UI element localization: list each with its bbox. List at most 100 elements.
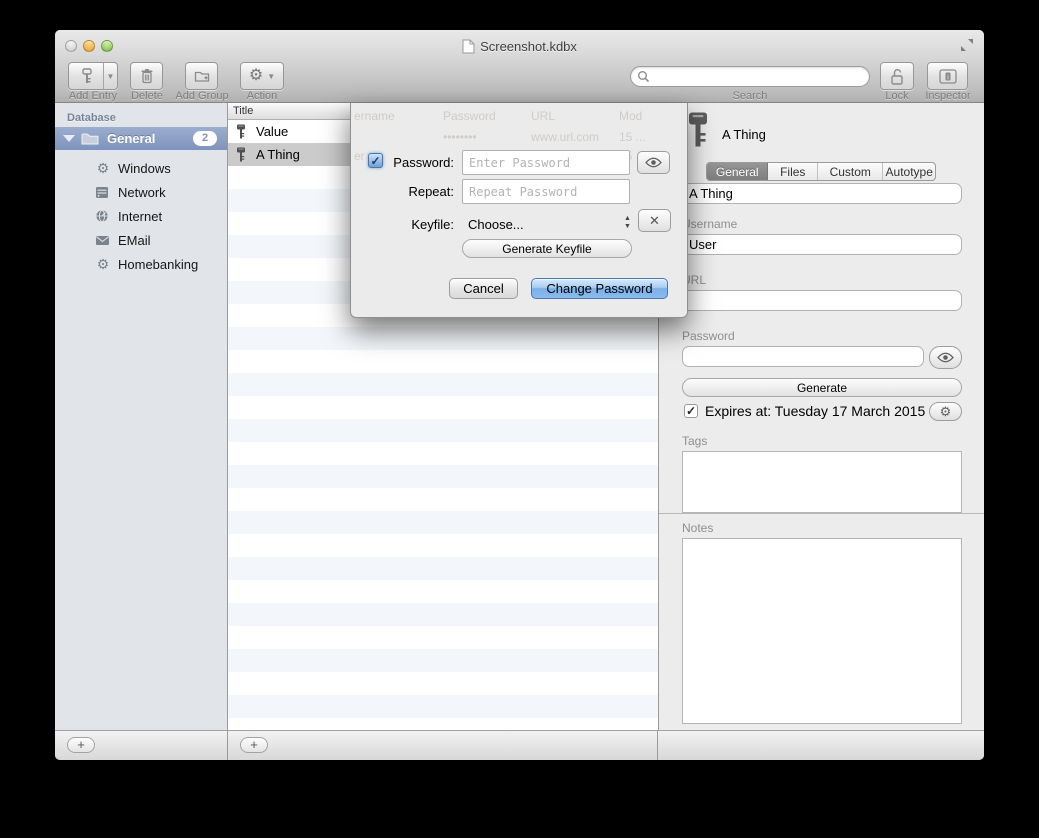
toolbar: Screenshot.kdbx ▼ Add Entry Delete Add G…: [55, 30, 984, 103]
document-icon: [462, 39, 475, 54]
keyfile-popup[interactable]: Choose...: [468, 217, 524, 232]
add-entry-dropdown-arrow[interactable]: ▼: [103, 63, 117, 89]
fullscreen-icon[interactable]: [960, 38, 974, 52]
sidebar-group-label: General: [107, 131, 155, 146]
expires-checkbox[interactable]: ✓: [684, 404, 698, 418]
ghost-header-mod: Mod: [619, 109, 642, 123]
unlock-icon: [889, 68, 905, 85]
gear-icon: ⚙: [940, 405, 952, 418]
password-field[interactable]: [682, 346, 924, 367]
repeat-input[interactable]: [462, 179, 630, 204]
title-field[interactable]: A Thing: [682, 183, 962, 204]
change-password-button[interactable]: Change Password: [531, 278, 668, 299]
keyfile-label: Keyfile:: [384, 217, 454, 232]
stepper-arrows-icon[interactable]: ▲▼: [624, 215, 631, 231]
sidebar-item-network[interactable]: Network: [55, 180, 227, 204]
expires-row: ✓ Expires at: Tuesday 17 March 2015: [684, 403, 925, 419]
expires-settings-button[interactable]: ⚙: [929, 402, 962, 421]
cell-title: A Thing: [256, 147, 364, 162]
lock-button[interactable]: [880, 62, 914, 90]
notes-label: Notes: [682, 521, 713, 535]
gear-icon: ⚙: [249, 68, 263, 84]
notes-field[interactable]: [682, 538, 962, 724]
close-icon: ✕: [649, 213, 660, 229]
search-icon: [637, 70, 650, 83]
ghost-header-username: ername: [354, 109, 395, 123]
add-group-label: Add Group: [170, 90, 234, 102]
trash-icon: [140, 68, 154, 84]
generate-keyfile-button[interactable]: Generate Keyfile: [462, 239, 632, 258]
use-password-checkbox[interactable]: ✓: [368, 153, 383, 168]
ghost-row2-username: er: [354, 149, 365, 163]
globe-icon: [95, 209, 111, 223]
sidebar-group-general[interactable]: General 2: [55, 127, 227, 150]
sidebar-section-database: Database: [67, 112, 116, 124]
repeat-label: Repeat:: [384, 184, 454, 199]
generate-password-button[interactable]: Generate: [682, 378, 962, 397]
inspector-toolbar-label: Inspector: [918, 90, 978, 102]
disclosure-triangle-icon[interactable]: [63, 135, 75, 142]
entry-key-icon: [687, 111, 709, 148]
cell-title: Value: [256, 124, 364, 139]
sidebar-item-homebanking[interactable]: ⚙ Homebanking: [55, 252, 227, 276]
change-password-sheet: ername Password URL Mod •••••••• www.url…: [350, 103, 688, 318]
inspector-button[interactable]: i: [927, 62, 968, 90]
inspector-bottom-bar: [658, 730, 984, 760]
tab-custom[interactable]: Custom: [818, 163, 883, 180]
eye-icon: [937, 352, 954, 363]
group-count-badge: 2: [193, 131, 217, 146]
window-title: Screenshot.kdbx: [55, 39, 984, 54]
show-password-button[interactable]: [637, 151, 670, 174]
ghost-row-mod: 15 ...: [619, 130, 646, 144]
sidebar-item-windows[interactable]: ⚙ Windows: [55, 156, 227, 180]
clear-keyfile-button[interactable]: ✕: [638, 209, 671, 232]
add-entry-plus-button[interactable]: +: [240, 737, 268, 753]
inspector-entry-title: A Thing: [722, 127, 766, 142]
add-entry-label: Add Entry: [61, 90, 125, 102]
server-icon: [95, 186, 111, 199]
sidebar-item-internet[interactable]: Internet: [55, 204, 227, 228]
folder-icon: [81, 132, 99, 145]
action-dropdown-arrow: ▼: [267, 72, 275, 81]
search-input[interactable]: [630, 66, 870, 87]
folder-plus-icon: [194, 69, 210, 83]
tags-label: Tags: [682, 434, 707, 448]
search-label: Search: [630, 90, 870, 102]
url-field[interactable]: [682, 290, 962, 311]
gear-icon: ⚙: [95, 161, 111, 175]
show-password-button[interactable]: [929, 346, 962, 369]
delete-label: Delete: [119, 90, 175, 102]
inspector-tabs: General Files Custom Autotype: [706, 162, 936, 181]
add-entry-button[interactable]: ▼: [68, 62, 118, 90]
password-label: Password:: [384, 155, 454, 170]
key-icon: [236, 147, 246, 162]
add-group-button[interactable]: [185, 62, 218, 90]
sidebar: Database General 2 ⚙ Windows Network Int…: [55, 103, 228, 730]
password-input[interactable]: [462, 150, 630, 175]
action-button[interactable]: ⚙ ▼: [240, 62, 284, 90]
delete-button[interactable]: [130, 62, 163, 90]
ghost-row-password: ••••••••: [443, 130, 477, 144]
tags-field[interactable]: [682, 451, 962, 513]
ghost-row-url: www.url.com: [531, 130, 599, 144]
ghost-header-url: URL: [531, 109, 555, 123]
gear-icon: ⚙: [95, 257, 111, 271]
username-field[interactable]: User: [682, 234, 962, 255]
username-label: Username: [682, 217, 737, 231]
section-divider: [659, 513, 984, 514]
inspector-panel: A Thing General Files Custom Autotype A …: [658, 103, 984, 730]
app-window: Screenshot.kdbx ▼ Add Entry Delete Add G…: [55, 30, 984, 760]
tab-files[interactable]: Files: [768, 163, 818, 180]
action-label: Action: [238, 90, 286, 102]
envelope-icon: [95, 235, 111, 246]
tab-autotype[interactable]: Autotype: [883, 163, 935, 180]
column-title[interactable]: Title: [233, 105, 253, 117]
add-group-plus-button[interactable]: +: [67, 737, 95, 753]
cancel-button[interactable]: Cancel: [449, 278, 518, 299]
sidebar-item-email[interactable]: EMail: [55, 228, 227, 252]
eye-icon: [645, 157, 662, 168]
tab-general[interactable]: General: [707, 163, 768, 180]
key-icon: [81, 68, 93, 84]
ghost-header-password: Password: [443, 109, 496, 123]
sidebar-bottom-bar: +: [55, 730, 228, 760]
